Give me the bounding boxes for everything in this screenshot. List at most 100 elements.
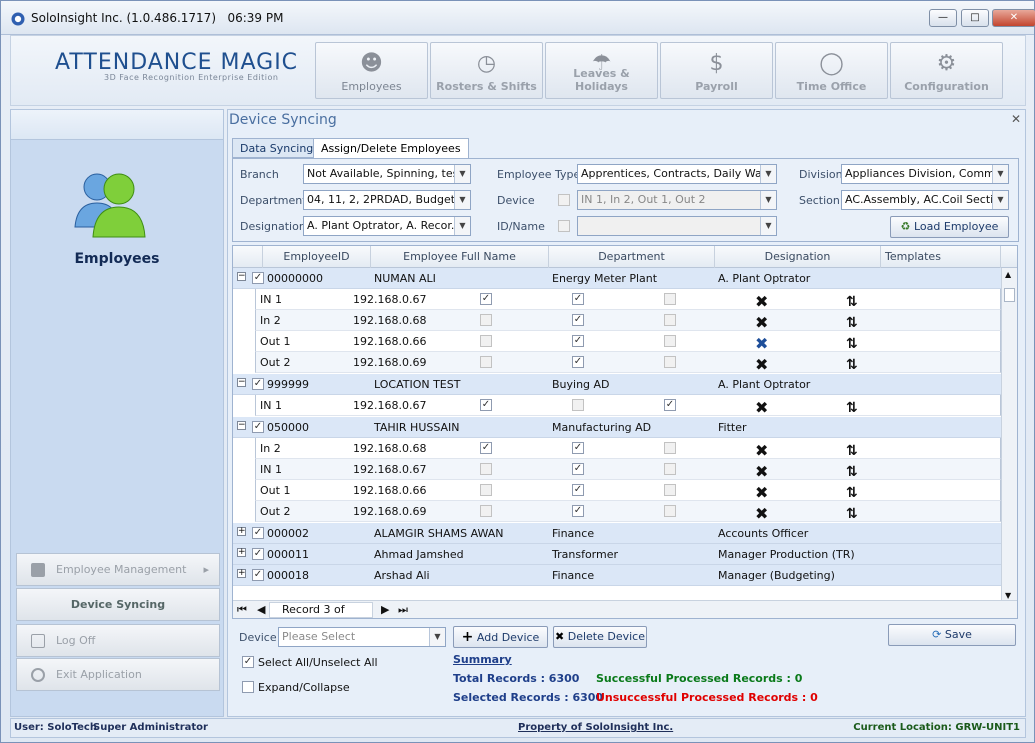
save-button[interactable]: ⟳ Save [888,624,1016,646]
nav-employees[interactable]: ☻ Employees [315,42,428,99]
sidebar-item-device-syncing[interactable]: Device Syncing [16,588,220,621]
device-row[interactable]: Out 1 192.168.0.66 ✓ ✖ ⇅ [255,331,1001,353]
first-record-icon[interactable]: ⏮ [237,603,247,617]
employee-row[interactable]: + ✓ 000002 ALAMGIR SHAMS AWAN Finance Account… [233,523,1003,544]
device-checkbox-1[interactable] [480,484,492,496]
row-checkbox[interactable]: ✓ [252,378,264,390]
select-all-checkbox[interactable]: ✓ [242,656,254,668]
close-window-button[interactable]: ✕ [992,9,1035,27]
device-row[interactable]: IN 1 192.168.0.67 ✓ ✓ ✖ ⇅ [255,395,1001,417]
device-checkbox-2[interactable]: ✓ [572,484,584,496]
tab-assign-delete-employees[interactable]: Assign/Delete Employees [313,138,469,159]
device-checkbox-3[interactable] [664,356,676,368]
department-select[interactable]: 04, 11, 2, 2PRDAD, Budget... ▼ [303,190,471,210]
delete-x-icon[interactable]: ✖ [755,335,768,353]
delete-x-icon[interactable]: ✖ [755,505,768,523]
row-checkbox[interactable]: ✓ [252,548,264,560]
nav-time-office[interactable]: ◯ Time Office [775,42,888,99]
sidebar-item-log-off[interactable]: Log Off [16,624,220,657]
device-checkbox-2[interactable]: ✓ [572,314,584,326]
scroll-up-icon[interactable]: ▲ [1005,270,1011,279]
device-select[interactable]: Please Select ▼ [278,627,446,647]
device-checkbox-2[interactable]: ✓ [572,293,584,305]
expand-icon[interactable]: + [237,527,246,536]
header-department[interactable]: Department [549,246,715,268]
device-row[interactable]: IN 1 192.168.0.67 ✓ ✖ ⇅ [255,459,1001,481]
employee-row[interactable]: − ✓ 050000 TAHIR HUSSAIN Manufacturing AD Fit… [233,417,1003,438]
collapse-icon[interactable]: − [237,272,246,281]
sync-arrows-icon[interactable]: ⇅ [846,314,858,332]
delete-x-icon[interactable]: ✖ [755,356,768,374]
status-property-link[interactable]: Property of SoloInsight Inc. [518,722,673,733]
row-checkbox[interactable]: ✓ [252,272,264,284]
sync-arrows-icon[interactable]: ⇅ [846,356,858,374]
device-checkbox-1[interactable] [480,335,492,347]
row-checkbox[interactable]: ✓ [252,569,264,581]
device-checkbox-1[interactable]: ✓ [480,293,492,305]
device-row[interactable]: Out 2 192.168.0.69 ✓ ✖ ⇅ [255,352,1001,374]
device-checkbox-3[interactable] [664,442,676,454]
sync-arrows-icon[interactable]: ⇅ [846,463,858,481]
collapse-icon[interactable]: − [237,378,246,387]
device-checkbox-2[interactable]: ✓ [572,442,584,454]
device-checkbox-2[interactable] [572,399,584,411]
minimize-button[interactable]: — [929,9,957,27]
employee-row[interactable]: − ✓ 999999 LOCATION TEST Buying AD A. Plant O… [233,374,1003,395]
device-row[interactable]: In 2 192.168.0.68 ✓ ✓ ✖ ⇅ [255,438,1001,460]
device-checkbox-1[interactable] [480,505,492,517]
vertical-scrollbar[interactable]: ▲ ▼ [1001,268,1017,602]
expand-icon[interactable]: + [237,548,246,557]
delete-x-icon[interactable]: ✖ [755,399,768,417]
sync-arrows-icon[interactable]: ⇅ [846,505,858,523]
nav-rosters-shifts[interactable]: ◷ Rosters & Shifts [430,42,543,99]
device-checkbox-1[interactable] [480,314,492,326]
employee-row[interactable]: + ✓ 000011 Ahmad Jamshed Transformer Manager … [233,544,1003,565]
device-row[interactable]: Out 2 192.168.0.69 ✓ ✖ ⇅ [255,501,1001,523]
maximize-button[interactable]: □ [961,9,989,27]
division-select[interactable]: Appliances Division, Commo... ▼ [841,164,1009,184]
branch-select[interactable]: Not Available, Spinning, tes... ▼ [303,164,471,184]
employee-row[interactable]: − ✓ 00000000 NUMAN ALI Energy Meter Plant A. … [233,268,1003,289]
delete-x-icon[interactable]: ✖ [755,484,768,502]
device-checkbox-3[interactable] [664,335,676,347]
device-checkbox-1[interactable] [480,356,492,368]
nav-leaves-holidays[interactable]: ☂ Leaves & Holidays [545,42,658,99]
device-checkbox-1[interactable]: ✓ [480,442,492,454]
device-checkbox-3[interactable] [664,314,676,326]
device-row[interactable]: Out 1 192.168.0.66 ✓ ✖ ⇅ [255,480,1001,502]
scroll-down-icon[interactable]: ▼ [1005,591,1011,600]
scroll-thumb[interactable] [1004,288,1015,302]
sync-arrows-icon[interactable]: ⇅ [846,335,858,353]
delete-device-button[interactable]: ✖ Delete Device [553,626,647,648]
device-filter-select[interactable]: IN 1, In 2, Out 1, Out 2 ▼ [577,190,777,210]
device-checkbox-2[interactable]: ✓ [572,356,584,368]
id-name-checkbox[interactable] [558,220,570,232]
delete-x-icon[interactable]: ✖ [755,314,768,332]
next-record-icon[interactable]: ▶ [381,603,389,616]
sidebar-item-employee-management[interactable]: Employee Management ▸ [16,553,220,586]
device-filter-checkbox[interactable] [558,194,570,206]
header-templates[interactable]: Templates [881,246,1001,268]
device-checkbox-3[interactable]: ✓ [664,399,676,411]
load-employee-button[interactable]: ♻ Load Employee [890,216,1009,238]
device-checkbox-1[interactable]: ✓ [480,399,492,411]
add-device-button[interactable]: + Add Device [453,626,548,648]
device-checkbox-2[interactable]: ✓ [572,335,584,347]
sync-arrows-icon[interactable]: ⇅ [846,442,858,460]
header-employee-name[interactable]: Employee Full Name [371,246,549,268]
device-checkbox-2[interactable]: ✓ [572,505,584,517]
collapse-icon[interactable]: − [237,421,246,430]
header-designation[interactable]: Designation [715,246,881,268]
device-checkbox-3[interactable] [664,293,676,305]
expand-icon[interactable]: + [237,569,246,578]
last-record-icon[interactable]: ⏭ [398,603,408,617]
designation-select[interactable]: A. Plant Optrator, A. Recor... ▼ [303,216,471,236]
sidebar-item-exit-application[interactable]: Exit Application [16,658,220,691]
delete-x-icon[interactable]: ✖ [755,293,768,311]
device-checkbox-2[interactable]: ✓ [572,463,584,475]
employee-grid[interactable]: EmployeeID Employee Full Name Department… [232,245,1018,619]
device-checkbox-3[interactable] [664,463,676,475]
device-row[interactable]: IN 1 192.168.0.67 ✓ ✓ ✖ ⇅ [255,289,1001,311]
expand-collapse-checkbox[interactable] [242,681,254,693]
tab-data-syncing[interactable]: Data Syncing [232,138,322,158]
